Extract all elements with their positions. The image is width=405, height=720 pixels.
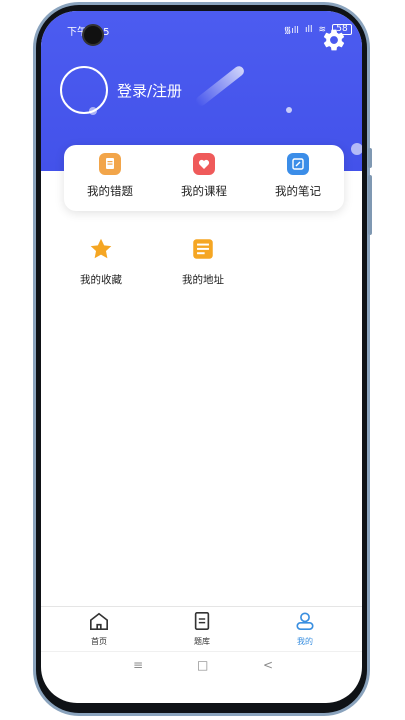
heart-icon [193, 153, 215, 175]
quick-action-wrong-questions[interactable]: 我的错题 [70, 153, 150, 199]
tab-label: 我的 [297, 637, 313, 646]
quick-action-my-notes[interactable]: 我的笔记 [258, 153, 338, 199]
quick-actions-card: 我的错题 我的课程 我的笔记 [64, 145, 344, 211]
grid-item-favorites[interactable]: 我的收藏 [66, 236, 136, 287]
profile-icon [296, 612, 314, 630]
document-icon [99, 153, 121, 175]
back-icon[interactable]: < [263, 658, 273, 672]
status-bar: 下午1:45 ᯾ıll ıll ≋ 58 [67, 23, 352, 39]
quick-action-label: 我的笔记 [275, 184, 321, 198]
tab-label: 题库 [194, 637, 210, 646]
tab-home[interactable]: 首页 [69, 611, 129, 647]
decor-streak [194, 64, 246, 108]
tab-question-bank[interactable]: 题库 [172, 611, 232, 647]
system-nav-bar: ≡ □ < [41, 651, 362, 682]
volume-button [368, 175, 372, 235]
tab-profile[interactable]: 我的 [275, 611, 335, 647]
screen: 下午1:45 ᯾ıll ıll ≋ 58 登录/注册 我的错题 [41, 11, 362, 703]
grid-item-label: 我的收藏 [80, 274, 122, 286]
tab-label: 首页 [91, 637, 107, 646]
phone-frame: 下午1:45 ᯾ıll ıll ≋ 58 登录/注册 我的错题 [0, 0, 405, 720]
avatar[interactable] [60, 66, 108, 114]
list-doc-icon [193, 239, 213, 259]
login-register-link[interactable]: 登录/注册 [117, 80, 182, 101]
home-icon [90, 612, 108, 630]
menu-icon[interactable]: ≡ [133, 658, 143, 672]
decor-dot [286, 107, 292, 113]
star-icon [90, 238, 112, 259]
grid-item-address[interactable]: 我的地址 [168, 236, 238, 287]
front-camera [82, 24, 104, 46]
grid-item-label: 我的地址 [182, 274, 224, 286]
quick-action-label: 我的错题 [87, 184, 133, 198]
side-button [368, 148, 372, 168]
note-icon [287, 153, 309, 175]
decor-dot [351, 143, 362, 155]
gear-icon[interactable] [321, 27, 347, 53]
signal-icon: ıll [304, 24, 313, 35]
quick-action-my-courses[interactable]: 我的课程 [164, 153, 244, 199]
signal-icon: ᯾ıll [283, 26, 299, 36]
question-bank-icon [194, 612, 210, 630]
quick-action-label: 我的课程 [181, 184, 227, 198]
home-square-icon[interactable]: □ [197, 658, 208, 672]
bottom-tab-bar: 首页 题库 我的 [41, 606, 362, 651]
